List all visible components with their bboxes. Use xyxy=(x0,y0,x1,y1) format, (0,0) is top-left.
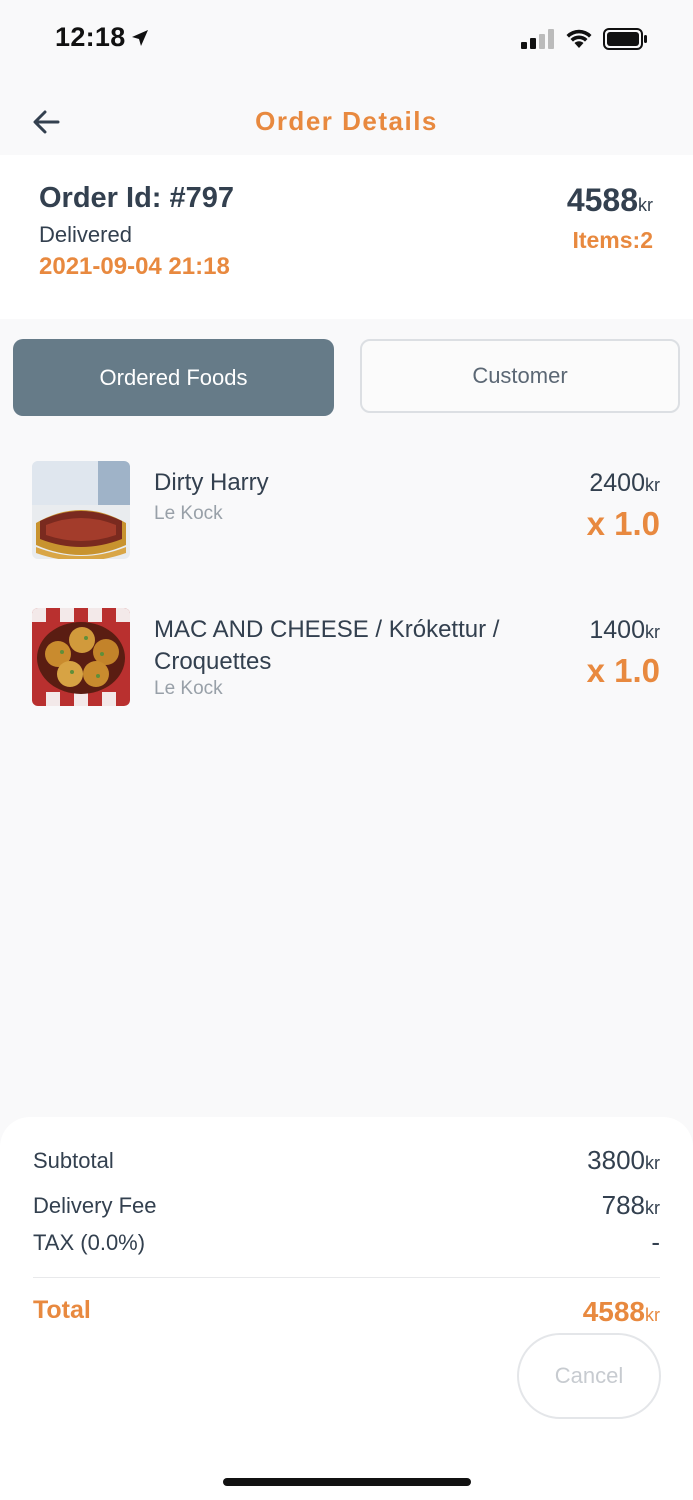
order-id: Order Id: #797 xyxy=(39,182,235,214)
food-price-currency: kr xyxy=(645,622,660,642)
food-vendor: Le Kock xyxy=(154,503,223,524)
subtotal-value: 3800kr xyxy=(587,1145,660,1176)
subtotal-label: Subtotal xyxy=(33,1148,114,1173)
battery-icon xyxy=(603,28,647,50)
wifi-icon xyxy=(566,29,592,48)
food-price-currency: kr xyxy=(645,475,660,495)
food-vendor: Le Kock xyxy=(154,678,223,699)
tax-value: - xyxy=(651,1227,660,1257)
order-header-card: Order Id: #797 Delivered 2021-09-04 21:1… xyxy=(0,155,693,319)
food-item[interactable]: Dirty Harry Le Kock 2400kr x 1.0 xyxy=(0,461,693,571)
food-name: Dirty Harry xyxy=(154,469,269,496)
food-quantity: x 1.0 xyxy=(586,652,660,689)
tab-ordered-foods-label: Ordered Foods xyxy=(99,364,248,390)
subtotal-amount: 3800 xyxy=(587,1145,645,1175)
order-total-amount: 4588 xyxy=(566,182,638,218)
delivery-fee-value: 788kr xyxy=(602,1190,660,1221)
total-value: 4588kr xyxy=(583,1296,660,1328)
order-summary-card: Subtotal 3800kr Delivery Fee 788kr TAX (… xyxy=(0,1117,693,1500)
delivery-fee-amount: 788 xyxy=(601,1190,645,1220)
food-image-dirty-harry xyxy=(32,461,130,559)
order-total-currency: kr xyxy=(638,195,653,215)
food-price: 1400kr xyxy=(589,616,660,645)
delivery-fee-label: Delivery Fee xyxy=(33,1193,157,1218)
food-name: MAC AND CHEESE / Krókettur / Croquettes xyxy=(154,616,500,675)
home-indicator xyxy=(223,1478,471,1486)
tab-customer-label: Customer xyxy=(472,363,568,388)
status-icons xyxy=(521,28,649,50)
food-price-amount: 1400 xyxy=(589,616,645,644)
status-bar: 12:18 xyxy=(0,0,693,80)
food-image-mac-and-cheese xyxy=(32,608,130,706)
food-price-amount: 2400 xyxy=(589,469,645,497)
cancel-button-label: Cancel xyxy=(554,1363,624,1388)
total-amount: 4588 xyxy=(582,1296,645,1327)
tax-label: TAX (0.0%) xyxy=(33,1230,146,1255)
cancel-button[interactable]: Cancel xyxy=(517,1333,661,1419)
order-total: 4588kr xyxy=(567,182,653,219)
status-time: 12:18 xyxy=(55,22,150,53)
tab-ordered-foods[interactable]: Ordered Foods xyxy=(13,339,334,416)
total-currency: kr xyxy=(645,1305,660,1325)
summary-divider xyxy=(33,1277,660,1278)
cellular-signal-icon xyxy=(521,29,554,49)
food-item[interactable]: MAC AND CHEESE / Krókettur / Croquettes … xyxy=(0,608,693,718)
page-title: Order Details xyxy=(255,106,438,136)
tab-customer[interactable]: Customer xyxy=(360,339,680,413)
status-time-text: 12:18 xyxy=(55,22,126,52)
total-label: Total xyxy=(33,1296,91,1324)
order-status: Delivered xyxy=(39,222,132,247)
food-price: 2400kr xyxy=(589,469,660,498)
subtotal-currency: kr xyxy=(645,1153,660,1173)
food-quantity: x 1.0 xyxy=(586,505,660,542)
nav-bar: Order Details xyxy=(0,84,693,156)
order-items-count: Items:2 xyxy=(572,227,653,253)
location-arrow-icon xyxy=(131,30,148,46)
order-date: 2021-09-04 21:18 xyxy=(39,253,230,280)
delivery-fee-currency: kr xyxy=(645,1198,660,1218)
